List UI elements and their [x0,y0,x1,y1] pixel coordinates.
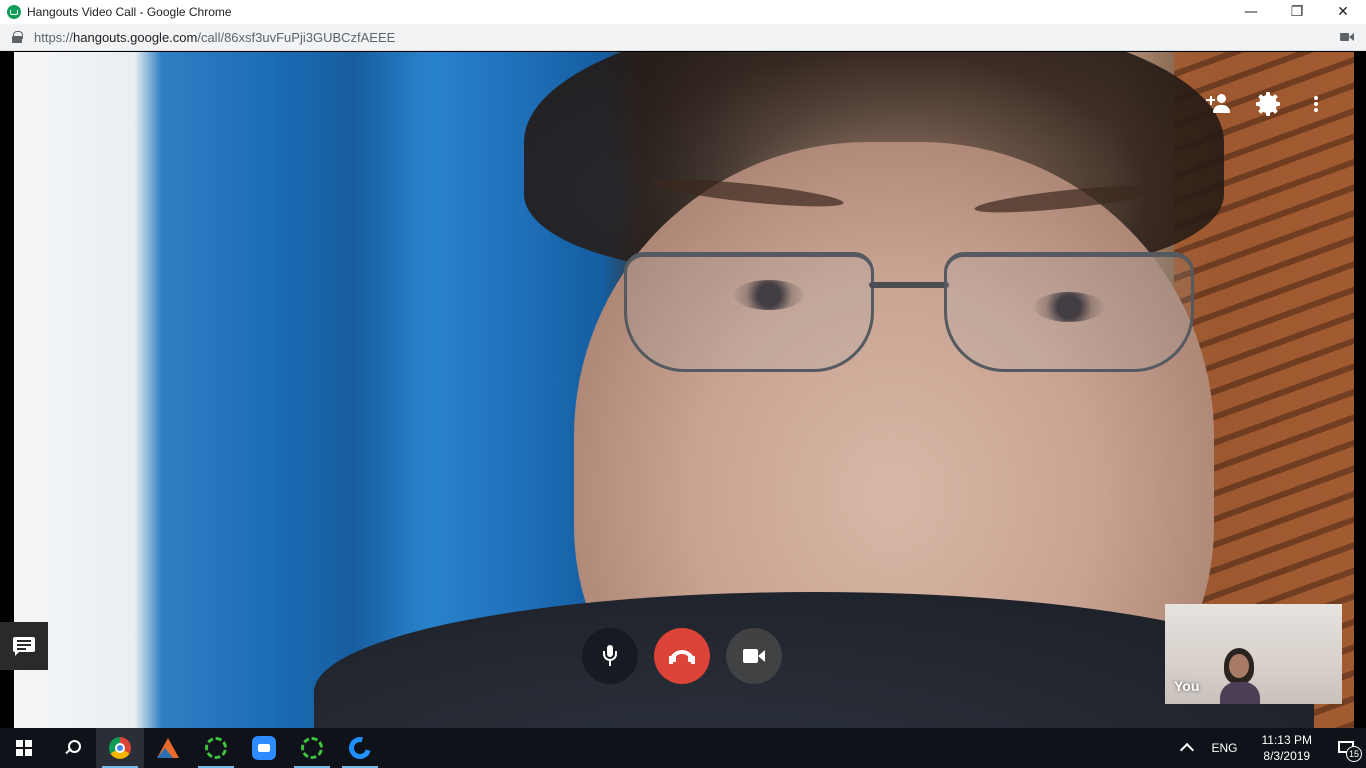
taskbar-app-ring[interactable] [192,728,240,768]
chevron-up-icon[interactable] [1179,742,1194,758]
add-person-icon[interactable] [1206,90,1234,118]
taskbar-matlab[interactable] [144,728,192,768]
notification-count-badge: 15 [1346,746,1362,762]
zoom-icon [252,736,276,760]
remote-video [14,52,1354,728]
url-scheme: https:// [34,29,74,45]
url-path: /call/86xsf3uvFuPji3GUBCzfAEEE [197,29,396,45]
app-ring-icon [301,737,323,759]
video-area: You [0,52,1366,728]
video-background-curtain [274,52,434,728]
toggle-camera-button[interactable] [726,628,782,684]
chat-button[interactable] [0,622,48,670]
taskbar-edge[interactable] [336,728,384,768]
gear-icon[interactable] [1254,90,1282,118]
windows-start-icon [16,740,32,756]
window-controls: — ❐ ✕ [1228,0,1366,24]
taskbar-chrome[interactable] [96,728,144,768]
url-text[interactable]: https://hangouts.google.com/call/86xsf3u… [34,30,395,45]
clock-time: 11:13 PM [1261,733,1312,747]
glasses-lens [944,252,1194,372]
window-title: Hangouts Video Call - Google Chrome [27,5,232,19]
chat-icon [13,637,35,656]
start-button[interactable] [0,728,48,768]
top-call-controls [1206,90,1330,118]
taskbar-search-button[interactable] [48,728,96,768]
hangouts-icon [7,5,21,19]
video-person-glasses [604,252,1194,402]
call-controls [582,628,782,684]
mute-microphone-button[interactable] [582,628,638,684]
input-language[interactable]: ENG [1212,741,1238,755]
windows-taskbar: ENG 11:13 PM 8/3/2019 15 [0,728,1366,768]
address-bar[interactable]: https://hangouts.google.com/call/86xsf3u… [0,24,1366,51]
glasses-bridge [869,282,949,288]
minimize-button[interactable]: — [1228,0,1274,24]
self-view-label: You [1174,678,1200,694]
self-view-thumbnail[interactable]: You [1165,604,1342,704]
close-button[interactable]: ✕ [1320,0,1366,24]
clock-date: 8/3/2019 [1263,749,1311,763]
more-vert-icon[interactable] [1302,90,1330,118]
glasses-lens [624,252,874,372]
app-ring-icon [205,737,227,759]
search-icon [64,740,81,756]
restore-button[interactable]: ❐ [1274,0,1320,24]
taskbar-zoom[interactable] [240,728,288,768]
edge-icon [344,732,376,764]
camera-in-use-icon[interactable] [1340,32,1354,42]
taskbar-app-ring[interactable] [288,728,336,768]
self-video-person [1220,648,1260,704]
system-tray: ENG 11:13 PM 8/3/2019 15 [1172,728,1366,768]
url-host: hangouts.google.com [73,29,198,45]
hang-up-icon [669,650,695,664]
system-clock[interactable]: 11:13 PM 8/3/2019 [1262,732,1312,764]
video-camera-icon [743,649,765,663]
chrome-icon [109,737,131,759]
action-center-button[interactable]: 15 [1326,728,1366,768]
mic-icon [602,645,618,667]
lock-icon[interactable] [12,31,23,43]
hang-up-button[interactable] [654,628,710,684]
matlab-icon [157,738,179,758]
title-bar: Hangouts Video Call - Google Chrome — ❐ … [0,0,1366,24]
